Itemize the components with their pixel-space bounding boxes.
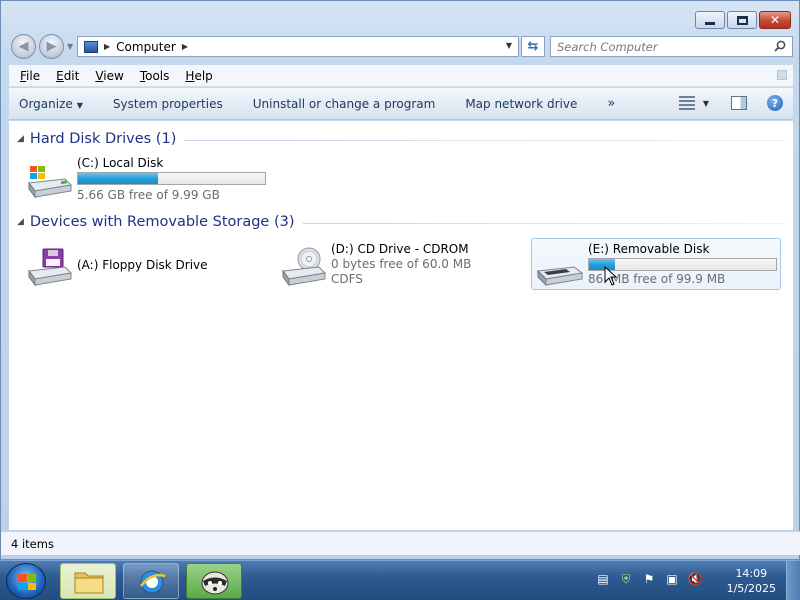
menu-view[interactable]: View xyxy=(87,69,131,83)
raccoon-icon xyxy=(201,571,229,595)
content-pane: ◢ Hard Disk Drives (1) (C:) Local Disk 5… xyxy=(9,121,793,530)
explorer-window: ✕ ◀ ▶ ▼ ▶ Computer ▶ ▼ ⇆ File Edit View … xyxy=(0,0,800,560)
recent-pages-dropdown[interactable]: ▼ xyxy=(67,42,73,51)
command-bar: Organize ▼ System properties Uninstall or… xyxy=(9,88,793,120)
mouse-cursor-icon xyxy=(604,266,618,286)
minimize-button[interactable] xyxy=(695,11,725,29)
action-center-flag-icon[interactable]: ⚑ xyxy=(641,571,657,587)
menu-help[interactable]: Help xyxy=(177,69,220,83)
taskbar-browser-button[interactable] xyxy=(123,563,179,599)
address-history-dropdown[interactable]: ▼ xyxy=(506,41,512,50)
group-removable-storage[interactable]: ◢ Devices with Removable Storage (3) xyxy=(17,214,785,230)
system-tray: ▤ ⛨ ⚑ ▣ 🔇 xyxy=(595,571,703,587)
status-bar: 4 items xyxy=(1,531,800,555)
window-controls: ✕ xyxy=(695,11,791,29)
change-view-icon[interactable] xyxy=(678,96,695,110)
organize-button[interactable]: Organize ▼ xyxy=(19,97,83,111)
search-box xyxy=(550,36,793,57)
clock-date: 1/5/2025 xyxy=(726,582,776,595)
group-hard-disk-drives[interactable]: ◢ Hard Disk Drives (1) xyxy=(17,131,785,147)
security-shield-icon[interactable]: ⛨ xyxy=(618,571,634,587)
floppy-drive-icon xyxy=(28,248,73,287)
cd-drive-icon xyxy=(282,247,327,287)
chevron-down-icon: ▼ xyxy=(76,100,83,110)
group-divider xyxy=(302,223,785,224)
collapse-triangle-icon[interactable]: ◢ xyxy=(17,134,24,144)
clock-time: 14:09 xyxy=(735,567,768,580)
document-icon[interactable]: ▤ xyxy=(595,571,611,587)
breadcrumb-computer[interactable]: Computer xyxy=(116,40,176,54)
navigation-row: ◀ ▶ ▼ ▶ Computer ▶ ▼ ⇆ xyxy=(9,34,793,60)
search-input[interactable] xyxy=(551,39,761,54)
drive-label: (E:) Removable Disk xyxy=(588,242,710,256)
menu-tools[interactable]: Tools xyxy=(132,69,178,83)
drive-usage-fill xyxy=(78,173,159,184)
drive-e[interactable]: (E:) Removable Disk 86. MB free of 99.9 … xyxy=(531,238,781,290)
drive-c[interactable]: (C:) Local Disk 5.66 GB free of 9.99 GB xyxy=(21,153,281,205)
more-commands-button[interactable]: » xyxy=(607,96,615,111)
forward-arrow-icon: ▶ xyxy=(46,39,57,54)
removable-drive-icon xyxy=(536,266,584,287)
help-icon[interactable]: ? xyxy=(767,95,783,111)
menu-edit[interactable]: Edit xyxy=(48,69,87,83)
breadcrumb-separator-icon[interactable]: ▶ xyxy=(182,42,188,51)
refresh-button[interactable]: ⇆ xyxy=(521,36,545,57)
view-options-dropdown[interactable]: ▼ xyxy=(703,99,709,108)
address-bar[interactable]: ▶ Computer ▶ ▼ xyxy=(77,36,519,57)
back-button[interactable]: ◀ xyxy=(11,34,36,59)
system-properties-button[interactable]: System properties xyxy=(113,97,223,111)
folder-icon xyxy=(74,572,104,594)
refresh-icon: ⇆ xyxy=(527,39,539,54)
view-controls: ▼ ? xyxy=(678,95,783,111)
close-icon: ✕ xyxy=(769,13,781,27)
browser-icon xyxy=(140,570,166,594)
group-title: Devices with Removable Storage (3) xyxy=(29,214,295,230)
drive-label: (A:) Floppy Disk Drive xyxy=(77,258,208,272)
network-icon[interactable]: ▣ xyxy=(664,571,680,587)
volume-muted-icon[interactable]: 🔇 xyxy=(687,571,703,587)
group-divider xyxy=(184,140,785,141)
menu-bar: File Edit View Tools Help xyxy=(9,65,793,87)
menubar-grip-icon xyxy=(777,70,787,80)
forward-button[interactable]: ▶ xyxy=(39,34,64,59)
taskbar: ▤ ⛨ ⚑ ▣ 🔇 14:09 1/5/2025 xyxy=(0,560,800,600)
drive-usage-bar xyxy=(77,172,266,185)
close-button[interactable]: ✕ xyxy=(759,11,791,29)
uninstall-program-button[interactable]: Uninstall or change a program xyxy=(253,97,436,111)
drive-free-space: 0 bytes free of 60.0 MB xyxy=(331,257,472,271)
drive-free-space: 5.66 GB free of 9.99 GB xyxy=(77,188,220,202)
minimize-icon xyxy=(705,21,715,25)
collapse-triangle-icon[interactable]: ◢ xyxy=(17,217,24,227)
taskbar-app-button[interactable] xyxy=(186,563,242,599)
computer-icon xyxy=(84,40,98,53)
taskbar-explorer-button[interactable] xyxy=(60,563,116,599)
maximize-button[interactable] xyxy=(727,11,757,29)
maximize-icon xyxy=(736,15,748,25)
item-count: 4 items xyxy=(11,536,54,551)
hard-drive-windows-icon xyxy=(28,166,73,199)
drive-a[interactable]: (A:) Floppy Disk Drive xyxy=(21,239,261,291)
drive-label: (D:) CD Drive - CDROM xyxy=(331,242,469,256)
drive-filesystem: CDFS xyxy=(331,272,363,286)
group-title: Hard Disk Drives (1) xyxy=(29,131,177,147)
drive-d[interactable]: (D:) CD Drive - CDROM 0 bytes free of 60… xyxy=(275,239,515,291)
preview-pane-icon[interactable] xyxy=(731,96,747,110)
breadcrumb-separator-icon[interactable]: ▶ xyxy=(104,42,110,51)
show-desktop-button[interactable] xyxy=(786,561,800,600)
clock[interactable]: 14:09 1/5/2025 xyxy=(727,566,776,596)
search-icon[interactable] xyxy=(774,40,786,52)
map-network-drive-button[interactable]: Map network drive xyxy=(465,97,577,111)
start-button[interactable] xyxy=(6,563,46,599)
menu-file[interactable]: File xyxy=(12,69,48,83)
back-arrow-icon: ◀ xyxy=(18,39,29,54)
drive-label: (C:) Local Disk xyxy=(77,156,164,170)
windows-logo-icon xyxy=(18,574,36,590)
